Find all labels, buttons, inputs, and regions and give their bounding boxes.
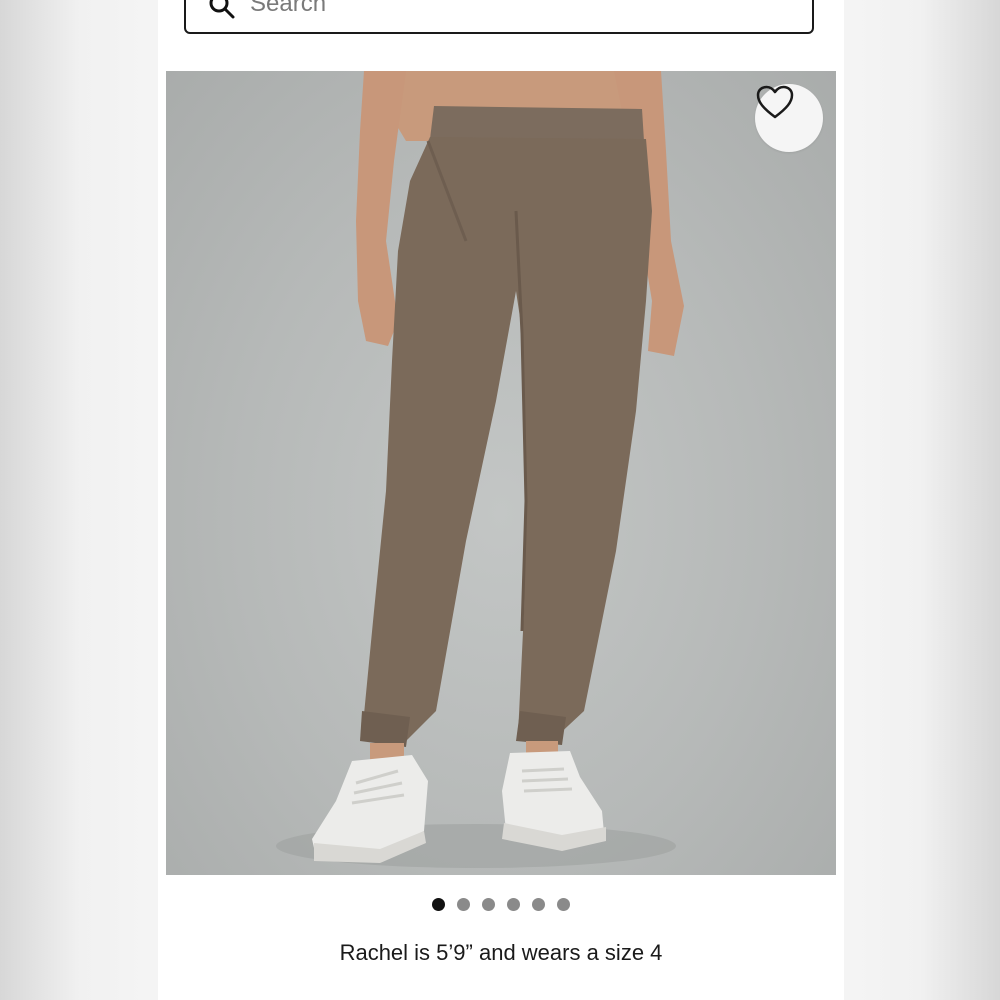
carousel-dot-1[interactable] <box>432 898 445 911</box>
carousel-dot-4[interactable] <box>507 898 520 911</box>
search-input[interactable] <box>250 0 770 18</box>
image-carousel-dots <box>158 898 844 914</box>
wishlist-button[interactable] <box>755 84 823 152</box>
page-background: Rachel is 5’9” and wears a size 4 <box>0 0 1000 1000</box>
carousel-dot-6[interactable] <box>557 898 570 911</box>
search-icon <box>209 0 235 19</box>
carousel-dot-5[interactable] <box>532 898 545 911</box>
product-image[interactable] <box>166 71 836 875</box>
model-size-caption: Rachel is 5’9” and wears a size 4 <box>339 940 663 965</box>
heart-icon <box>756 85 794 119</box>
search-bar[interactable] <box>184 0 814 34</box>
carousel-dot-3[interactable] <box>482 898 495 911</box>
carousel-dot-2[interactable] <box>457 898 470 911</box>
product-photo <box>276 71 684 868</box>
mobile-page: Rachel is 5’9” and wears a size 4 <box>158 0 844 1000</box>
